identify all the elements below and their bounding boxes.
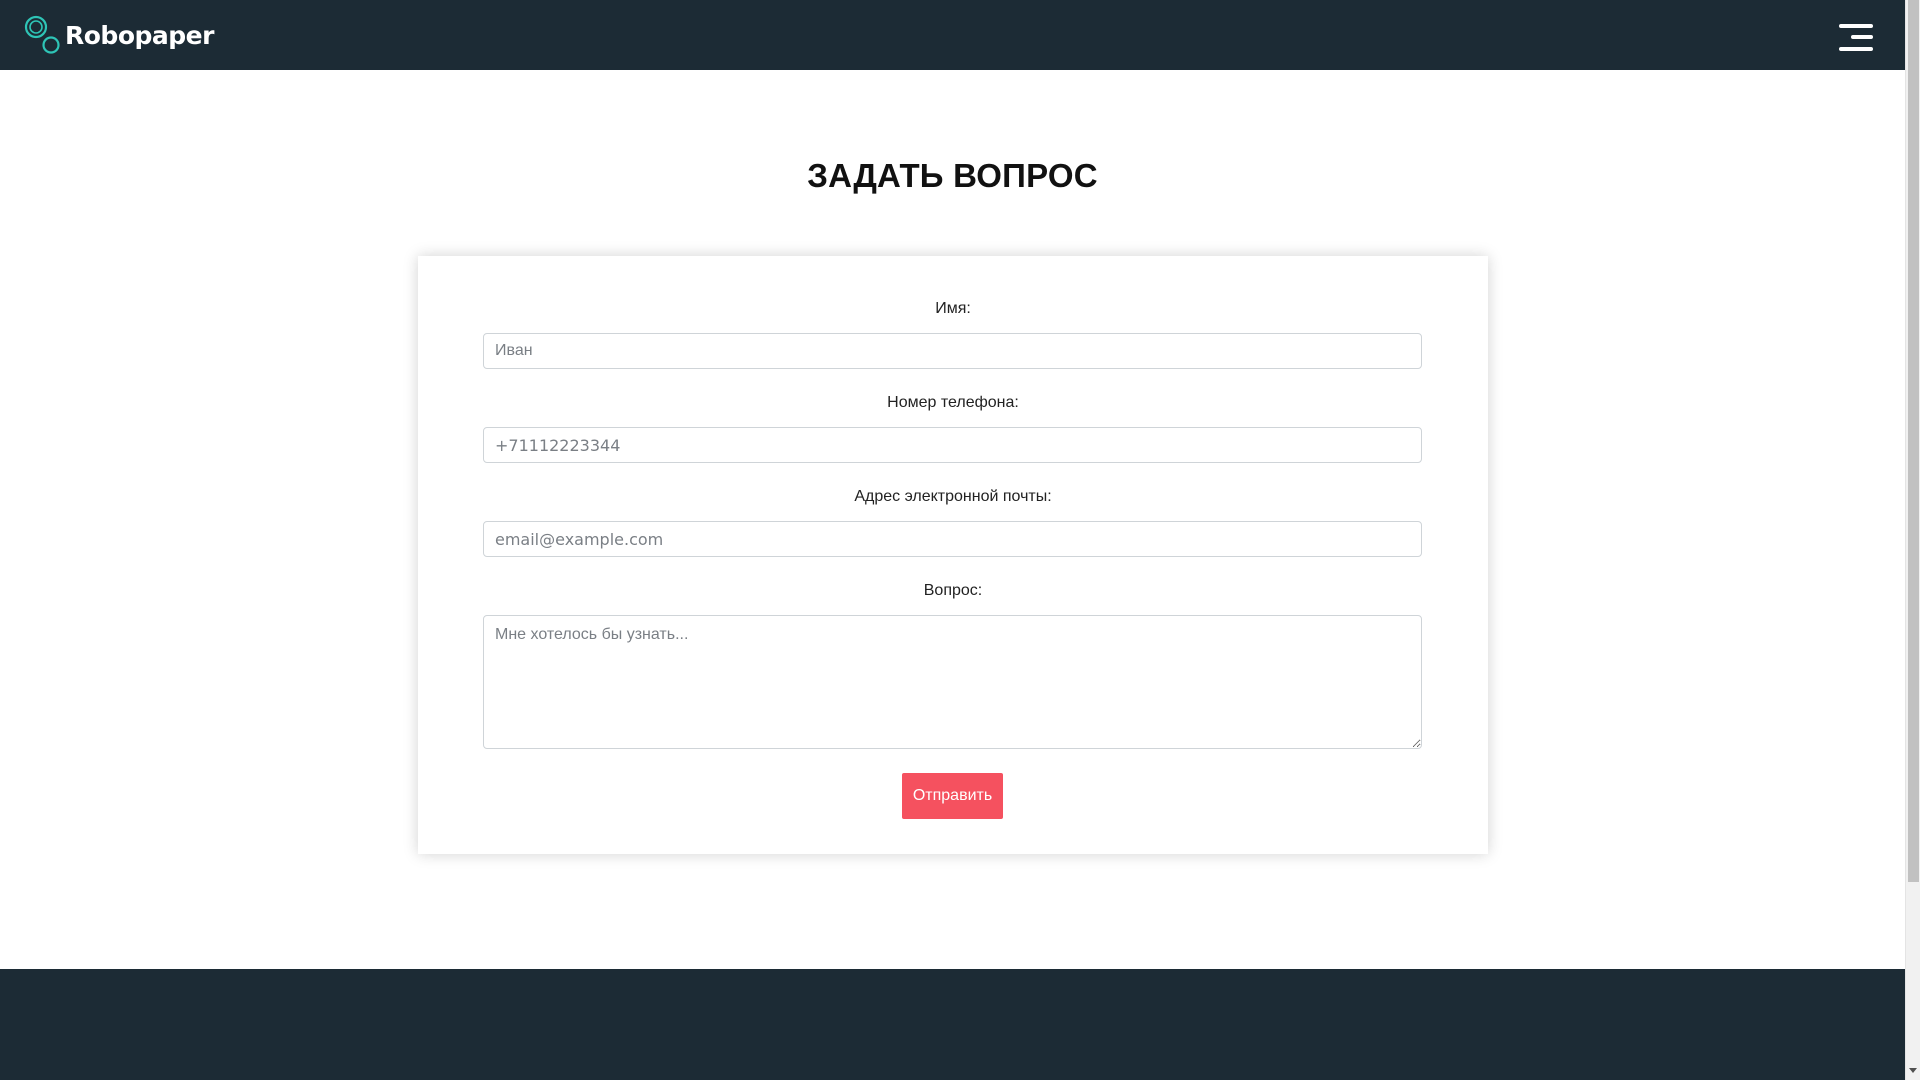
top-navbar: Robopaper (0, 0, 1905, 70)
submit-button[interactable]: Отправить (902, 773, 1003, 819)
page-title: ЗАДАТЬ ВОПРОС (807, 157, 1098, 194)
page-scrollbar[interactable] (1905, 0, 1920, 1080)
page: Robopaper ЗАДАТЬ ВОПРОС Имя: Номер телеф… (0, 0, 1905, 1080)
scroll-down-arrow-icon[interactable] (1909, 1068, 1917, 1073)
brand-name: Robopaper (65, 20, 214, 50)
email-input[interactable] (483, 521, 1422, 557)
robopaper-logo-icon (24, 15, 60, 54)
email-label: Адрес электронной почты: (854, 488, 1052, 505)
phone-input[interactable] (483, 427, 1422, 463)
hamburger-line (1839, 47, 1873, 51)
question-textarea[interactable] (483, 615, 1422, 749)
brand-logo-link[interactable]: Robopaper (24, 14, 214, 56)
hamburger-line (1851, 35, 1873, 39)
footer (0, 969, 1905, 1080)
name-label: Имя: (935, 300, 971, 317)
name-input[interactable] (483, 333, 1422, 369)
question-label: Вопрос: (923, 582, 983, 599)
hamburger-menu-icon[interactable] (1837, 22, 1873, 54)
scrollbar-thumb[interactable] (1908, 0, 1919, 882)
hamburger-line (1839, 24, 1873, 28)
question-form: Имя: Номер телефона: Адрес электронной п… (418, 256, 1488, 854)
phone-label: Номер телефона: (887, 394, 1019, 411)
